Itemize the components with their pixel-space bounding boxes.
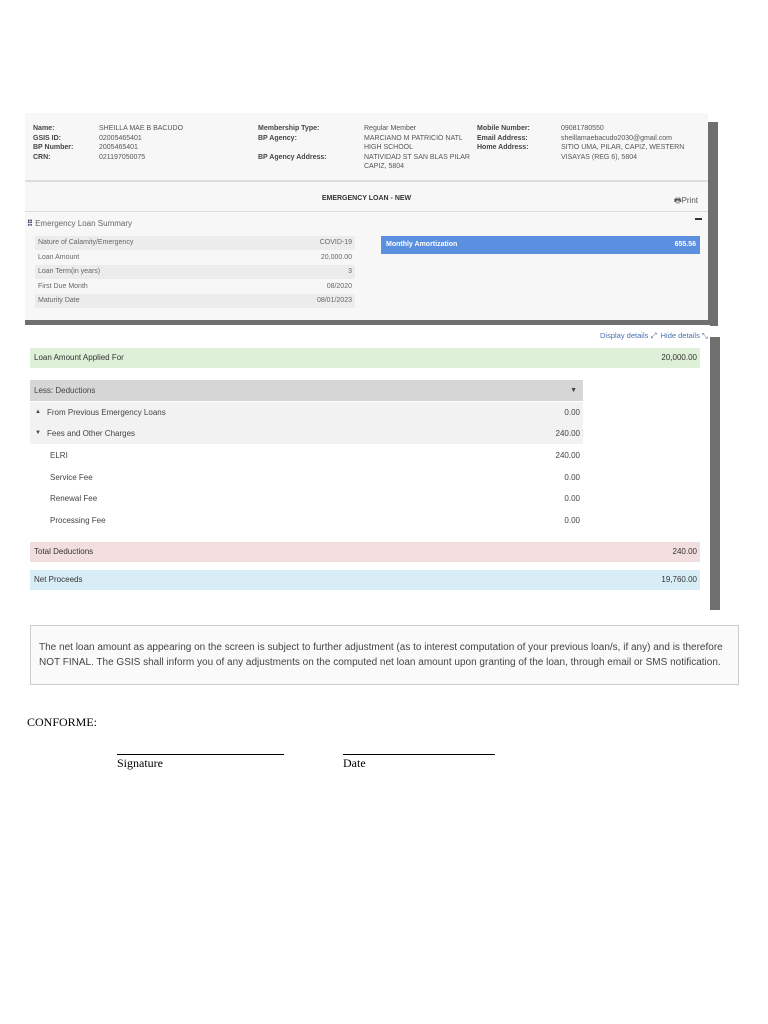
name-label: Name: (33, 125, 55, 132)
fee-item-label: ELRI (50, 451, 68, 460)
caret-up-icon: ▲ (35, 409, 41, 415)
amort-label: Monthly Amortization (386, 241, 458, 248)
fee-item-value: 240.00 (555, 451, 580, 460)
agency-addr-value: NATIVIDAD ST SAN BLAS PILAR CAPIZ, 5804 (364, 153, 470, 171)
mobile-label: Mobile Number: (477, 125, 530, 132)
summary-row-value: 08/2020 (326, 282, 352, 290)
total-value: 240.00 (672, 547, 697, 556)
date-label: Date (343, 756, 366, 770)
member-labels-col2: Membership Type: BP Agency: BP Agency Ad… (258, 124, 327, 162)
net-proceeds-row: Net Proceeds 19,760.00 (30, 570, 700, 590)
applied-value: 20,000.00 (661, 353, 697, 362)
gsis-label: GSIS ID: (33, 134, 62, 142)
monthly-amortization: Monthly Amortization 655.56 (381, 236, 700, 254)
member-values-col2: Regular Member MARCIANO M PATRICIO NATL … (364, 124, 474, 172)
signature-label: Signature (117, 756, 163, 770)
grip-icon: ⠿ (27, 219, 36, 228)
summary-row-label: Loan Amount (38, 253, 80, 261)
hide-details-link[interactable]: Hide details (661, 331, 700, 340)
summary-row-value: 08/01/2023 (316, 297, 352, 304)
prev-loans-row[interactable]: ▲ From Previous Emergency Loans 0.00 (30, 402, 583, 423)
caret-down-icon: ▼ (570, 387, 577, 394)
amort-value: 655.56 (674, 241, 696, 248)
less-deductions-dropdown[interactable]: Less: Deductions ▼ (30, 380, 583, 401)
fee-item-value: 0.00 (564, 494, 580, 503)
fee-item-row: Renewal Fee 0.00 (30, 488, 583, 509)
panel-shadow (708, 122, 718, 322)
mtype-value: Regular Member (364, 125, 417, 132)
home-value: SITIO UMA, PILAR, CAPIZ, WESTERN VISAYAS… (561, 144, 685, 161)
fees-label: Fees and Other Charges (47, 429, 136, 438)
total-deductions-row: Total Deductions 240.00 (30, 542, 700, 562)
summary-row: First Due Month 08/2020 (35, 280, 355, 294)
detail-links: Display details ⤢ Hide details ⤡ (600, 331, 708, 340)
crn-value: 021197050075 (99, 153, 146, 161)
bp-label: BP Number: (33, 144, 74, 151)
summary-row-label: Maturity Date (38, 297, 80, 304)
signature-line (117, 754, 284, 755)
member-labels-col3: Mobile Number: Email Address: Home Addre… (477, 124, 530, 153)
name-value: SHEILLA MAE B BACUDO (99, 125, 184, 132)
net-label: Net Proceeds (34, 575, 83, 584)
gsis-value: 02005465401 (99, 134, 142, 142)
print-button[interactable]: 🖶Print (674, 195, 698, 209)
panel-shadow (710, 337, 720, 610)
prev-value: 0.00 (564, 408, 580, 417)
fee-item-label: Processing Fee (50, 515, 106, 525)
summary-row-value: 20,000.00 (320, 253, 352, 261)
crn-label: CRN: (33, 153, 51, 161)
fees-row[interactable]: ▼ Fees and Other Charges 240.00 (30, 423, 583, 444)
email-value: sheillamaebacudo2030@gmail.com (561, 134, 673, 142)
fee-item-value: 0.00 (564, 472, 580, 482)
page-title: EMERGENCY LOAN - NEW (321, 195, 412, 202)
summary-row-label: Loan Term(in years) (38, 268, 101, 275)
printer-icon: 🖶 (674, 196, 682, 205)
agency-addr-label: BP Agency Address: (258, 153, 327, 161)
agency-value: MARCIANO M PATRICIO NATL HIGH SCHOOL (364, 134, 463, 152)
fee-item-row: Service Fee 0.00 (30, 467, 583, 488)
applied-label: Loan Amount Applied For (34, 353, 124, 362)
conforme-label: CONFORME: (27, 715, 98, 729)
fee-item-label: Service Fee (50, 472, 93, 482)
member-values-col3: 09081780550 sheillamaebacudo2030@gmail.c… (561, 124, 686, 162)
disclaimer-note: The net loan amount as appearing on the … (30, 625, 739, 685)
email-label: Email Address: (477, 134, 528, 142)
total-label: Total Deductions (34, 547, 94, 556)
mobile-value: 09081780550 (561, 125, 604, 132)
fee-item-value: 0.00 (564, 515, 580, 525)
summary-row-value: 3 (348, 268, 352, 275)
fee-item-label: Renewal Fee (50, 494, 98, 503)
bp-value: 2005465401 (99, 144, 138, 151)
summary-row: Loan Term(in years) 3 (35, 265, 355, 279)
summary-row: Maturity Date 08/01/2023 (35, 294, 355, 308)
display-details-link[interactable]: Display details (600, 331, 648, 340)
less-label: Less: Deductions (34, 386, 96, 395)
summary-row-label: Nature of Calamity/Emergency (38, 239, 134, 246)
print-label: Print (681, 196, 699, 205)
summary-title: Emergency Loan Summary (35, 219, 133, 228)
fee-item-row: Processing Fee 0.00 (30, 510, 583, 531)
summary-header: ⠿ Emergency Loan Summary (27, 219, 132, 228)
applied-row: Loan Amount Applied For 20,000.00 (30, 348, 700, 368)
mtype-label: Membership Type: (258, 125, 320, 132)
summary-row: Nature of Calamity/Emergency COVID-19 (35, 236, 355, 250)
net-value: 19,760.00 (661, 575, 697, 584)
date-line (343, 754, 495, 755)
summary-row-label: First Due Month (38, 282, 88, 290)
agency-label: BP Agency: (258, 134, 297, 142)
divider (25, 180, 708, 182)
prev-label: From Previous Emergency Loans (47, 408, 166, 417)
collapse-icon[interactable] (695, 218, 702, 220)
summary-row-value: COVID-19 (319, 239, 352, 246)
member-labels-col1: Name: GSIS ID: BP Number: CRN: (33, 124, 73, 162)
divider (25, 211, 708, 212)
fees-value: 240.00 (555, 429, 580, 438)
caret-down-icon: ▼ (35, 430, 41, 436)
home-label: Home Address: (477, 144, 529, 151)
member-values-col1: SHEILLA MAE B BACUDO 02005465401 2005465… (99, 124, 183, 162)
fee-item-row: ELRI 240.00 (30, 445, 583, 466)
summary-row: Loan Amount 20,000.00 (35, 251, 355, 265)
